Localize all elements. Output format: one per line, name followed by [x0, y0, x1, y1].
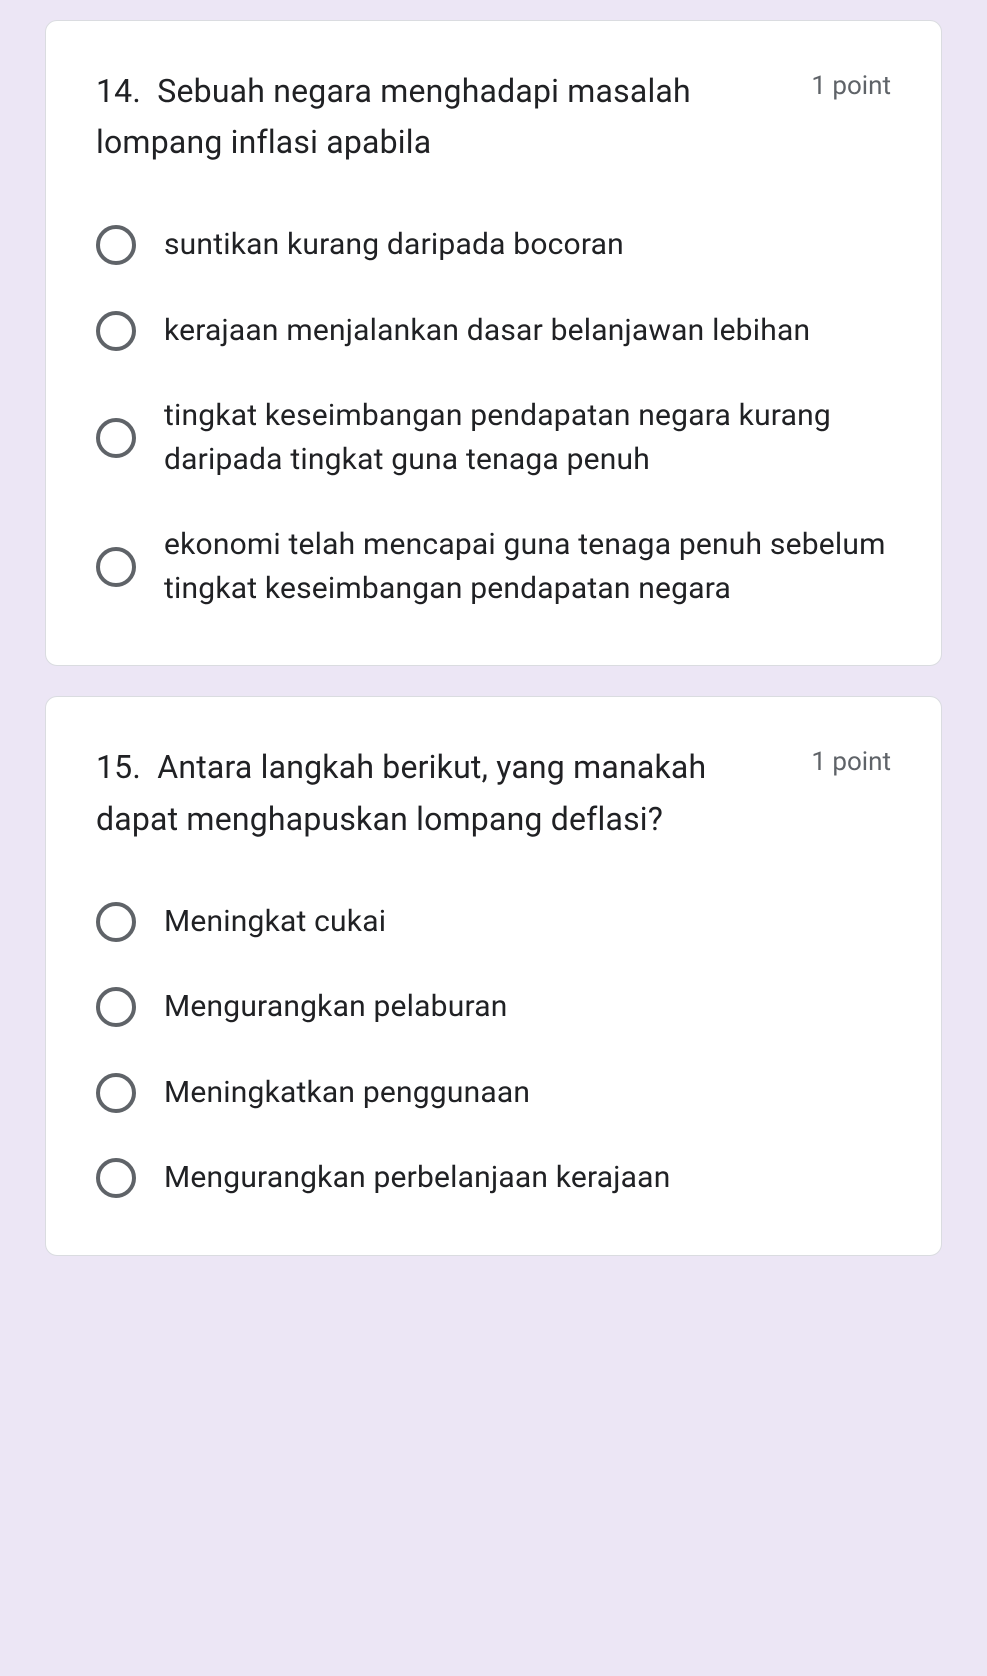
options-container: Meningkat cukai Mengurangkan pelaburan M… — [96, 900, 891, 1200]
radio-icon[interactable] — [96, 1073, 136, 1113]
points-label: 1 point — [811, 71, 891, 101]
option-text: suntikan kurang daripada bocoran — [164, 223, 624, 267]
radio-icon[interactable] — [96, 225, 136, 265]
option-text: tingkat keseimbangan pendapatan negara k… — [164, 394, 891, 481]
option-row[interactable]: Meningkat cukai — [96, 900, 891, 944]
option-text: Mengurangkan perbelanjaan kerajaan — [164, 1156, 670, 1200]
radio-icon[interactable] — [96, 987, 136, 1027]
question-body: Antara langkah berikut, yang manakah dap… — [96, 748, 706, 837]
option-text: Meningkatkan penggunaan — [164, 1071, 530, 1115]
radio-icon[interactable] — [96, 902, 136, 942]
option-row[interactable]: Mengurangkan pelaburan — [96, 985, 891, 1029]
question-text: 15. Antara langkah berikut, yang manakah… — [96, 742, 811, 844]
question-number: 14. — [96, 72, 141, 110]
radio-icon[interactable] — [96, 311, 136, 351]
option-text: ekonomi telah mencapai guna tenaga penuh… — [164, 523, 891, 610]
option-text: Mengurangkan pelaburan — [164, 985, 508, 1029]
question-card-15: 15. Antara langkah berikut, yang manakah… — [45, 696, 942, 1255]
option-row[interactable]: kerajaan menjalankan dasar belanjawan le… — [96, 309, 891, 353]
radio-icon[interactable] — [96, 418, 136, 458]
question-header: 15. Antara langkah berikut, yang manakah… — [96, 742, 891, 844]
points-label: 1 point — [811, 747, 891, 777]
option-row[interactable]: Mengurangkan perbelanjaan kerajaan — [96, 1156, 891, 1200]
question-header: 14. Sebuah negara menghadapi masalah lom… — [96, 66, 891, 168]
option-text: Meningkat cukai — [164, 900, 386, 944]
radio-icon[interactable] — [96, 547, 136, 587]
question-text: 14. Sebuah negara menghadapi masalah lom… — [96, 66, 811, 168]
option-row[interactable]: tingkat keseimbangan pendapatan negara k… — [96, 394, 891, 481]
question-body: Sebuah negara menghadapi masalah lompang… — [96, 72, 691, 161]
option-row[interactable]: Meningkatkan penggunaan — [96, 1071, 891, 1115]
question-card-14: 14. Sebuah negara menghadapi masalah lom… — [45, 20, 942, 666]
option-row[interactable]: suntikan kurang daripada bocoran — [96, 223, 891, 267]
question-number: 15. — [96, 748, 141, 786]
options-container: suntikan kurang daripada bocoran kerajaa… — [96, 223, 891, 610]
option-row[interactable]: ekonomi telah mencapai guna tenaga penuh… — [96, 523, 891, 610]
option-text: kerajaan menjalankan dasar belanjawan le… — [164, 309, 810, 353]
radio-icon[interactable] — [96, 1158, 136, 1198]
